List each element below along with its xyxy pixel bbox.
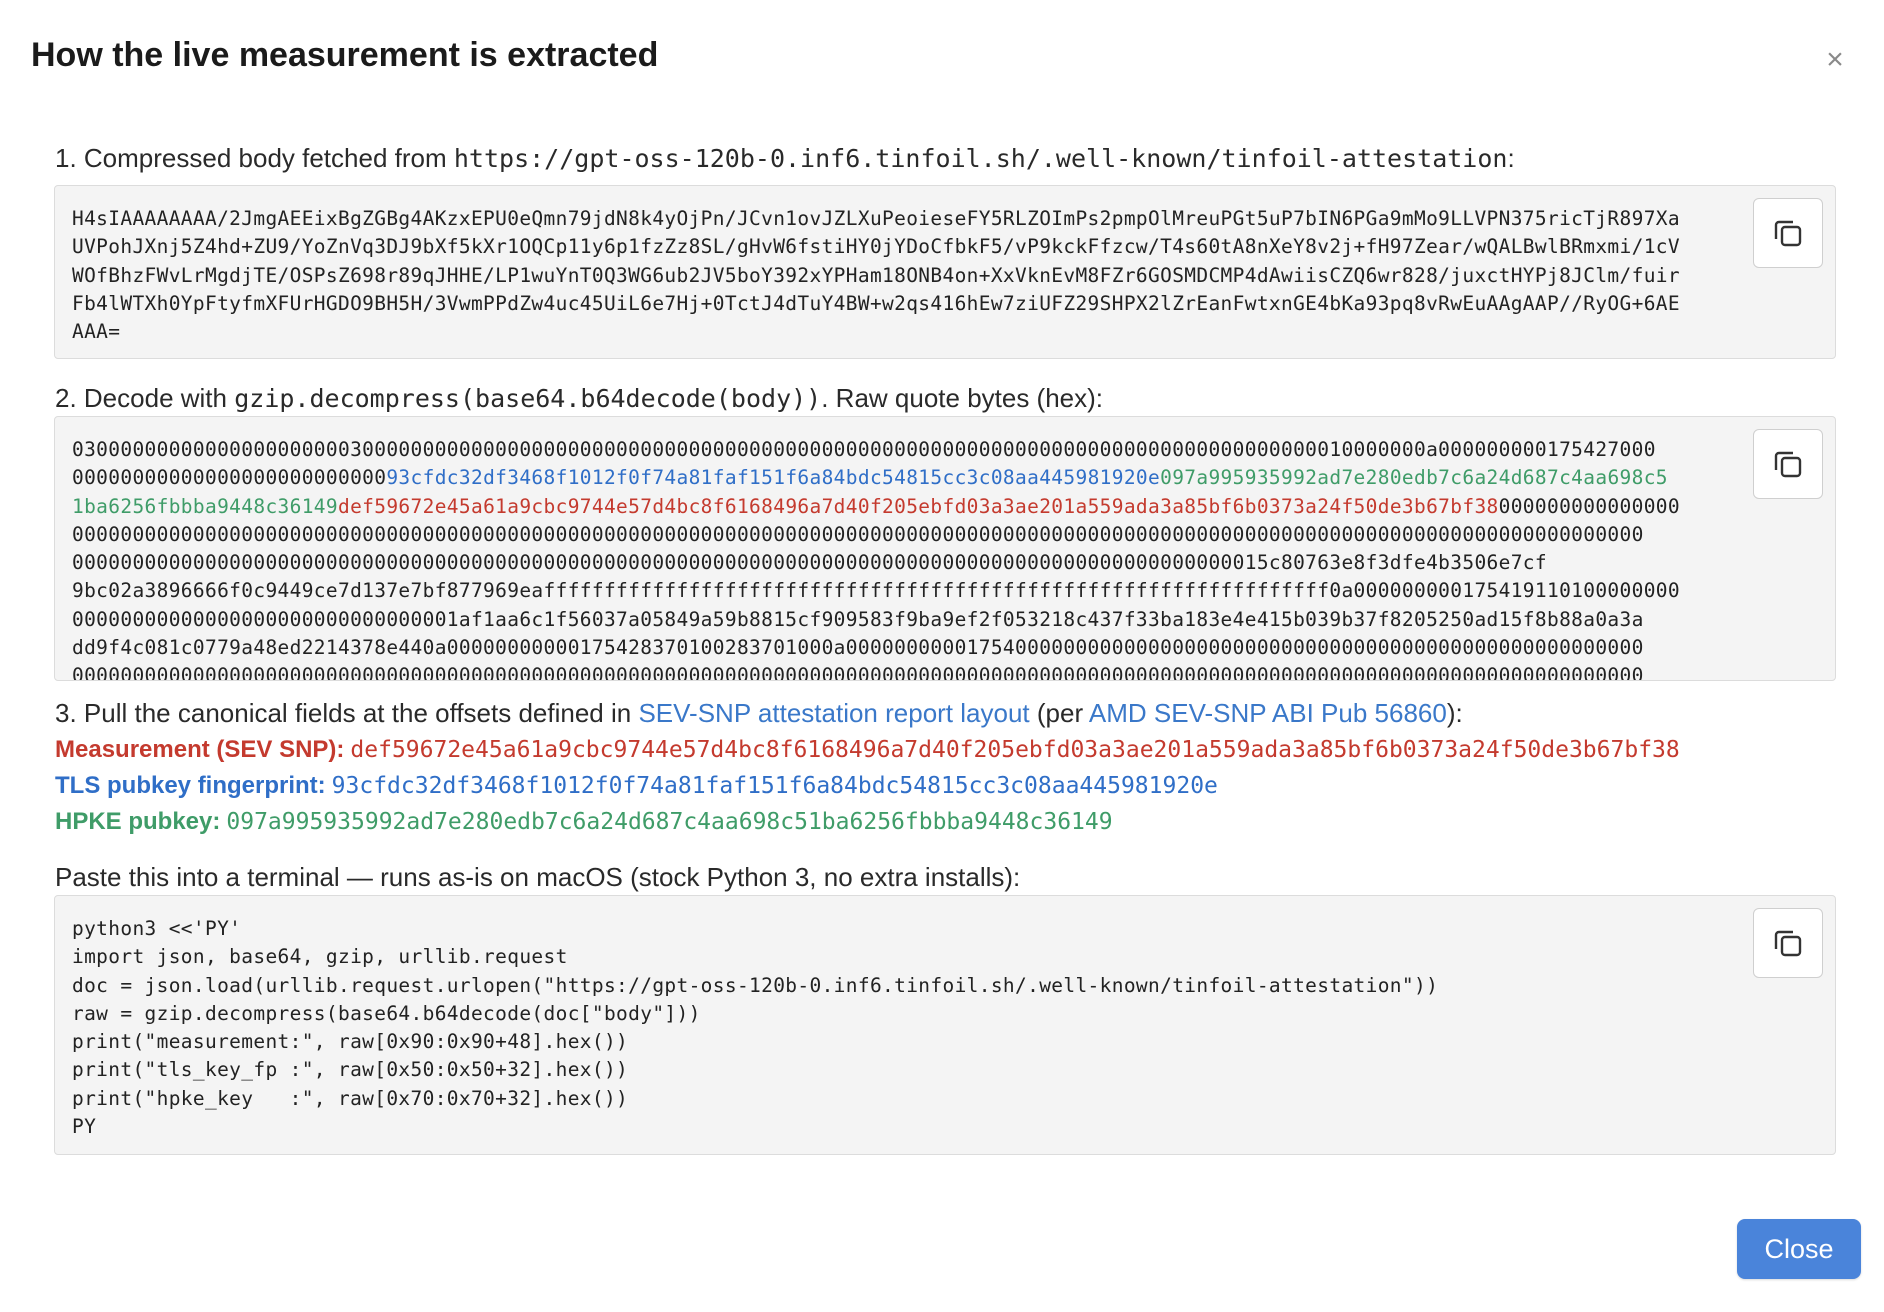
hpke-pubkey-value: 097a995935992ad7e280edb7c6a24d687c4aa698… [226, 809, 1113, 835]
hex-blue-segment: 93cfdc32df3468f1012f0f74a81faf151f6a84bd… [386, 466, 1161, 490]
tls-fingerprint-field: TLS pubkey fingerprint: 93cfdc32df3468f10… [55, 772, 1218, 800]
measurement-value: def59672e45a61a9cbc9744e57d4bc8f6168496a… [350, 737, 1680, 763]
hex-segment: 0300000000000000000000030000000000000000… [72, 438, 1656, 461]
body-line: Fb4lWTXh0YpFtyfmXFUrHGDO9BH5H/3VwmPPdZw4… [72, 291, 1680, 315]
code-line: print("measurement:", raw[0x90:0x90+48].… [72, 1030, 629, 1054]
hex-segment: 9bc02a3896666f0c9449ce7d137e7bf877969eaf… [72, 579, 1680, 603]
step3-middle: (per [1029, 698, 1089, 728]
amd-abi-link[interactable]: AMD SEV-SNP ABI Pub 56860 [1089, 698, 1447, 728]
body-line: WOfBhzFWvLrMgdjTE/OSPsZ698r89qJHHE/LP1wu… [72, 263, 1680, 287]
hex-segment: dd9f4c081c0779a48ed2214378e440a000000000… [72, 636, 1644, 660]
hex-green-segment: 097a995935992ad7e280edb7c6a24d687c4aa698… [1160, 466, 1668, 490]
hpke-pubkey-field: HPKE pubkey: 097a995935992ad7e280edb7c6a2… [55, 808, 1113, 836]
sev-snp-layout-link[interactable]: SEV-SNP attestation report layout [638, 698, 1029, 728]
code-line: python3 <<'PY' [72, 917, 242, 940]
copy-body-button[interactable] [1753, 198, 1823, 268]
code-line: PY [72, 1115, 97, 1139]
copy-icon [1774, 451, 1802, 478]
hex-segment: 000000000000000 [1498, 494, 1680, 518]
compressed-body-block: H4sIAAAAAAAA/2JmgAEEixBgZGBg4AKzxEPU0eQm… [54, 185, 1836, 359]
raw-quote-hex-text: 0300000000000000000000030000000000000000… [55, 417, 1835, 681]
body-line: H4sIAAAAAAAA/2JmgAEEixBgZGBg4AKzxEPU0eQm… [72, 207, 1680, 230]
step2-code: gzip.decompress(base64.b64decode(body)) [234, 384, 822, 413]
step1-heading: 1. Compressed body fetched from https://… [55, 143, 1515, 174]
hpke-pubkey-label: HPKE pubkey: [55, 808, 221, 835]
attestation-dialog: How the live measurement is extracted × … [0, 0, 1884, 1312]
compressed-body-text: H4sIAAAAAAAA/2JmgAEEixBgZGBg4AKzxEPU0eQm… [55, 186, 1835, 346]
step2-prefix: 2. Decode with [55, 383, 235, 413]
hex-segment: 0000000000000000000000000000000000000000… [72, 551, 1547, 575]
copy-snippet-button[interactable] [1753, 908, 1823, 978]
step1-prefix: 1. Compressed body fetched from [55, 143, 454, 173]
hex-segment: 0000000000000000000000000000000000000000… [72, 664, 1644, 681]
raw-quote-hex-block: 0300000000000000000000030000000000000000… [54, 416, 1836, 681]
measurement-field: Measurement (SEV SNP): def59672e45a61a9cb… [55, 736, 1680, 764]
tls-fingerprint-value: 93cfdc32df3468f1012f0f74a81faf151f6a84bd… [331, 773, 1218, 799]
code-line: import json, base64, gzip, urllib.reques… [72, 945, 568, 969]
measurement-label: Measurement (SEV SNP): [55, 736, 345, 763]
close-button[interactable]: Close [1737, 1219, 1861, 1279]
hex-segment: 00000000000000000000000000 [72, 466, 387, 490]
code-line: doc = json.load(urllib.request.urlopen("… [72, 973, 1439, 997]
terminal-instructions: Paste this into a terminal — runs as-is … [55, 862, 1021, 892]
code-line: raw = gzip.decompress(base64.b64decode(d… [72, 1001, 701, 1025]
close-icon[interactable]: × [1819, 44, 1851, 76]
step2-heading: 2. Decode with gzip.decompress(base64.b6… [55, 383, 1103, 414]
step3-prefix: 3. Pull the canonical fields at the offs… [55, 698, 639, 728]
step3-heading: 3. Pull the canonical fields at the offs… [55, 698, 1463, 729]
hex-segment: 0000000000000000000000000000000000000000… [72, 522, 1644, 546]
python-snippet-block: python3 <<'PY' import json, base64, gzip… [54, 895, 1836, 1155]
step2-suffix: . Raw quote bytes (hex): [821, 383, 1104, 413]
step3-suffix: ): [1446, 698, 1463, 728]
step1-url: https://gpt-oss-120b-0.inf6.tinfoil.sh/.… [453, 144, 1508, 173]
code-line: print("tls_key_fp :", raw[0x50:0x50+32].… [72, 1058, 629, 1082]
python-snippet-text: python3 <<'PY' import json, base64, gzip… [55, 896, 1835, 1141]
dialog-title: How the live measurement is extracted [31, 36, 659, 74]
body-line: AAA= [72, 320, 121, 344]
hex-red-segment: def59672e45a61a9cbc9744e57d4bc8f6168496a… [337, 494, 1499, 518]
copy-icon [1774, 220, 1802, 247]
copy-hex-button[interactable] [1753, 429, 1823, 499]
copy-icon [1774, 930, 1802, 957]
hex-green-segment: 1ba6256fbbba9448c36149 [72, 494, 338, 518]
hex-segment: 00000000000000000000000000000001af1aa6c1… [72, 607, 1644, 631]
code-line: print("hpke_key :", raw[0x70:0x70+32].he… [72, 1086, 629, 1110]
step1-suffix: : [1507, 143, 1515, 173]
body-line: UVPohJXnj5Z4hd+ZU9/YoZnVq3DJ9bXf5kXr1OQC… [72, 235, 1680, 259]
tls-fingerprint-label: TLS pubkey fingerprint: [55, 772, 326, 799]
